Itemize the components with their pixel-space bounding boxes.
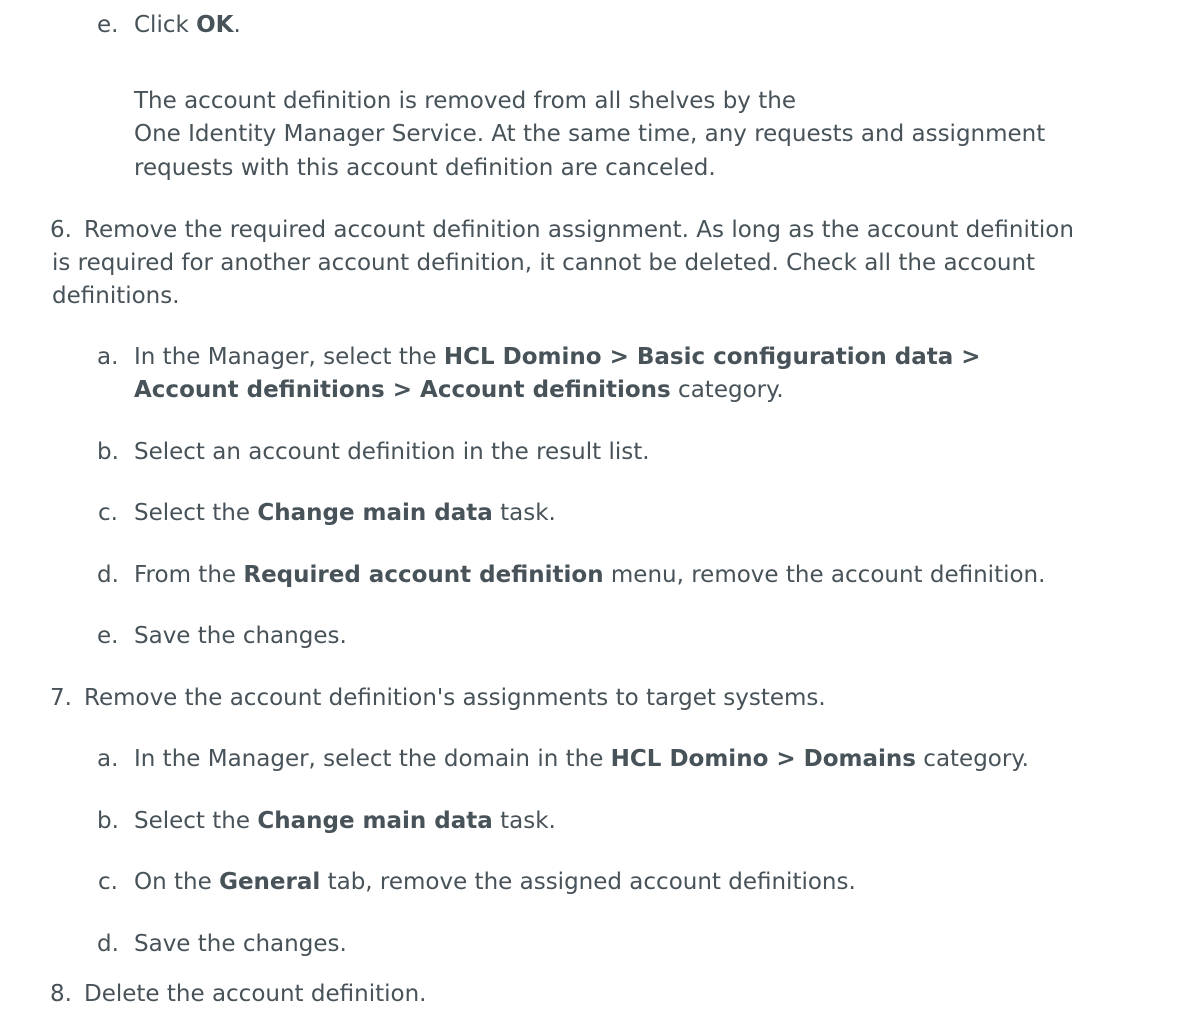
substep-letter: a. — [97, 344, 119, 370]
substep-letter: b. — [97, 439, 119, 465]
substep-6c-text: Select the Change main data task. — [134, 500, 556, 526]
substep-letter: c. — [98, 500, 118, 526]
substep-6e-text: Save the changes. — [134, 623, 347, 649]
substep-6d-text: From the Required account definition men… — [134, 562, 1046, 588]
substep-letter: d. — [97, 562, 119, 588]
substep-letter: b. — [97, 808, 119, 834]
substep-5e-text: Click OK. — [134, 12, 241, 38]
note-line-2: One Identity Manager Service. At the sam… — [134, 121, 1046, 147]
substep-6a-line-1: In the Manager, select the HCL Domino > … — [134, 344, 981, 370]
substep-7b-text: Select the Change main data task. — [134, 808, 556, 834]
note-line-1: The account definition is removed from a… — [134, 88, 796, 114]
step-number: 8. — [50, 981, 72, 1007]
step-6-line-3: definitions. — [52, 283, 180, 309]
ok-label: OK — [196, 12, 234, 38]
substep-letter: e. — [97, 12, 119, 38]
step-7-text: Remove the account definition's assignme… — [84, 685, 826, 711]
substep-6b-text: Select an account definition in the resu… — [134, 439, 650, 465]
note-line-3: requests with this account definition ar… — [134, 155, 716, 181]
substep-7c-text: On the General tab, remove the assigned … — [134, 869, 856, 895]
step-number: 7. — [50, 685, 72, 711]
substep-6a-line-2: Account definitions > Account definition… — [134, 377, 784, 403]
substep-letter: c. — [98, 869, 118, 895]
substep-7a-text: In the Manager, select the domain in the… — [134, 746, 1029, 772]
substep-letter: d. — [97, 931, 119, 957]
substep-letter: a. — [97, 746, 119, 772]
document-page: e. Click OK. The account definition is r… — [0, 0, 1183, 1010]
substep-7d-text: Save the changes. — [134, 931, 347, 957]
substep-letter: e. — [97, 623, 119, 649]
step-6-line-2: is required for another account definiti… — [52, 250, 1036, 276]
step-number: 6. — [50, 217, 72, 243]
step-8-text: Delete the account definition. — [84, 981, 427, 1007]
step-6-line-1: Remove the required account definition a… — [84, 217, 1074, 243]
